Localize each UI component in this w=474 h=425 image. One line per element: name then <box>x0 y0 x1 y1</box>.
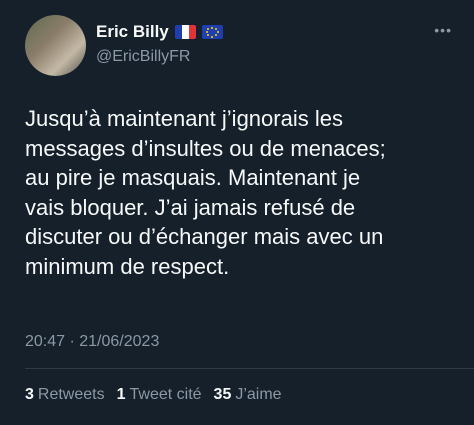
likes-count: 35 <box>213 386 232 403</box>
quotes-stat[interactable]: 1 Tweet cité <box>117 386 202 404</box>
likes-label: J’aime <box>235 386 282 403</box>
divider <box>25 368 474 369</box>
france-flag-icon <box>174 25 196 39</box>
author-block: Eric Billy @EricBillyFR <box>96 21 223 66</box>
name-row: Eric Billy <box>96 21 223 43</box>
quotes-label: Tweet cité <box>129 386 202 403</box>
eu-flag-icon <box>201 25 223 39</box>
tweet-stats: 3 Retweets 1 Tweet cité 35 J’aime <box>25 386 282 404</box>
retweets-label: Retweets <box>37 386 105 403</box>
likes-stat[interactable]: 35 J’aime <box>214 386 282 404</box>
tweet-text: Jusqu’à maintenant j’ignorais les messag… <box>25 106 386 279</box>
tweet-timestamp[interactable]: 20:47 · 21/06/2023 <box>25 333 159 351</box>
more-options-icon[interactable]: ••• <box>434 22 452 38</box>
author-handle[interactable]: @EricBillyFR <box>96 48 223 66</box>
avatar[interactable] <box>25 15 86 76</box>
retweets-count: 3 <box>25 386 34 403</box>
author-name[interactable]: Eric Billy <box>96 22 169 42</box>
retweets-stat[interactable]: 3 Retweets <box>25 386 105 404</box>
quotes-count: 1 <box>116 386 126 403</box>
